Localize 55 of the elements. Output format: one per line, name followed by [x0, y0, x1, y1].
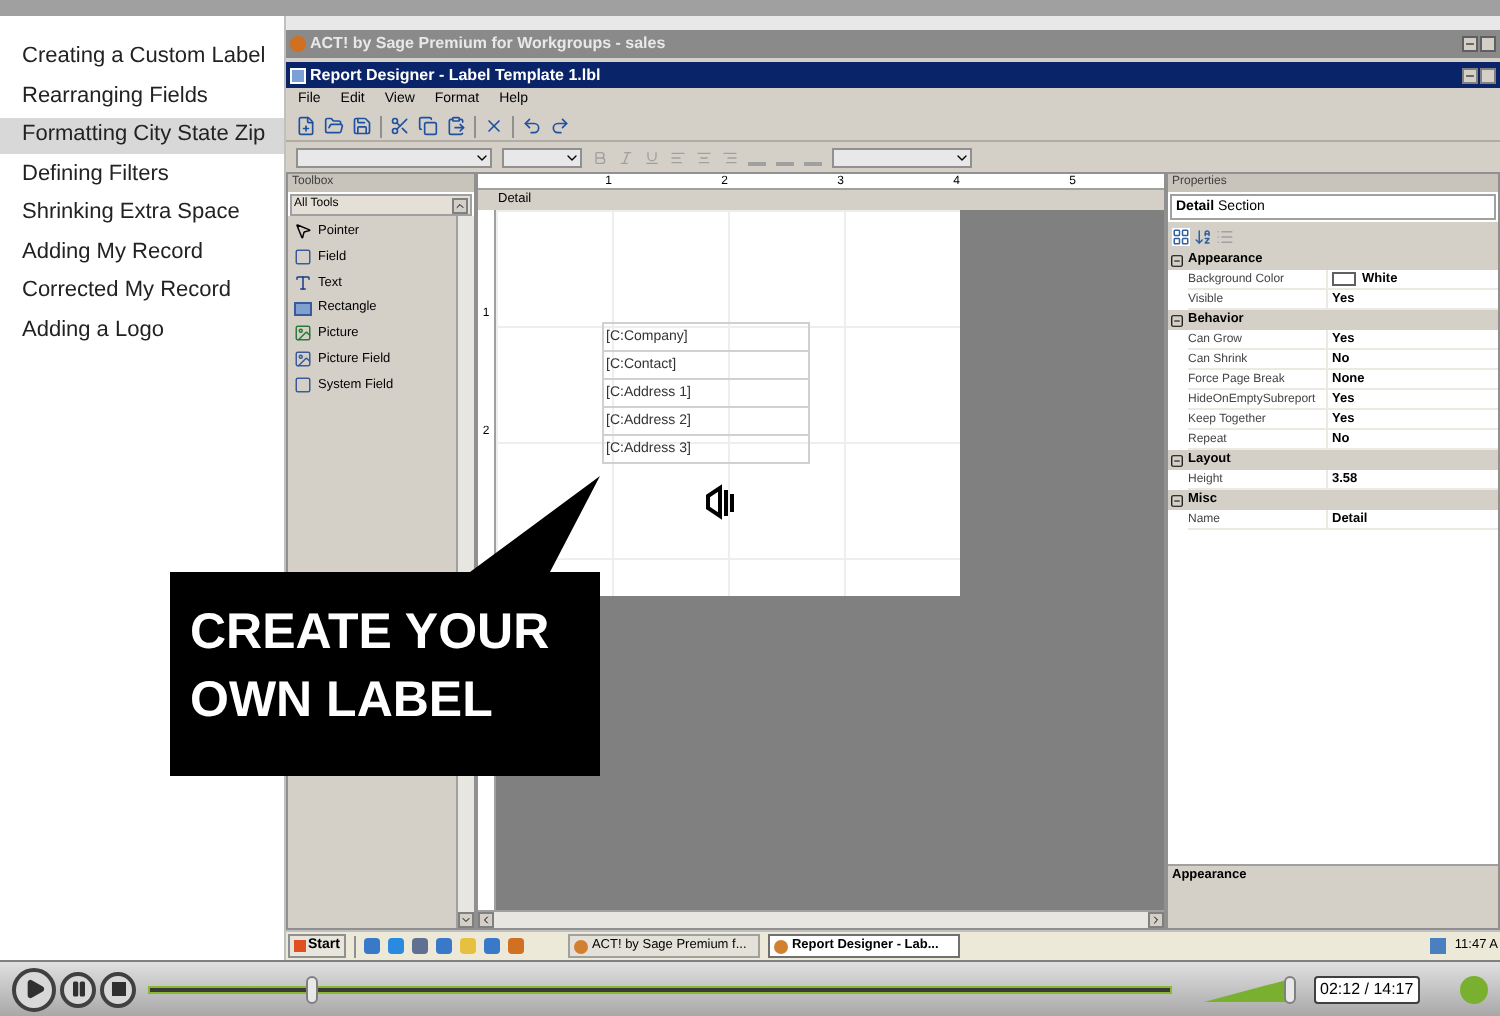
cut-icon[interactable]	[390, 116, 410, 136]
progress-track[interactable]	[148, 975, 1172, 1003]
paste-icon[interactable]	[446, 116, 466, 136]
delete-icon[interactable]	[484, 116, 504, 136]
pointer-icon	[294, 222, 312, 241]
collapse-icon[interactable]	[1170, 493, 1184, 507]
play-icon	[23, 978, 45, 1000]
stop-button[interactable]	[100, 971, 136, 1007]
undo-icon[interactable]	[522, 116, 542, 136]
app-icon	[773, 939, 788, 953]
scroll-left-icon[interactable]	[478, 912, 494, 928]
field-icon	[294, 248, 312, 267]
volume-slider[interactable]	[1204, 975, 1294, 1003]
time-display: 02:12 / 14:17	[1314, 975, 1420, 1003]
picture-icon	[294, 350, 312, 369]
app-icon	[290, 36, 306, 52]
folder-icon[interactable]	[324, 116, 344, 136]
sort-icon[interactable]	[1194, 227, 1212, 245]
app-icon	[573, 939, 588, 953]
text-icon	[294, 273, 312, 292]
style-dropdown[interactable]	[296, 147, 492, 167]
window-title: ACT! by Sage Premium for Workgroups - sales	[310, 32, 666, 56]
redo-icon[interactable]	[550, 116, 570, 136]
size-dropdown[interactable]	[832, 147, 972, 167]
new-file-icon[interactable]	[296, 116, 316, 136]
lesson-item[interactable]: Formatting City State Zip	[0, 118, 284, 153]
minimize-icon	[1464, 69, 1476, 81]
pause-icon	[69, 980, 87, 998]
minimize-button[interactable]	[1462, 67, 1478, 83]
pause-button[interactable]	[60, 971, 96, 1007]
document-title: Report Designer - Label Template 1.lbl	[310, 63, 601, 87]
collapse-icon[interactable]	[1170, 453, 1184, 467]
horizontal-scrollbar[interactable]	[478, 910, 1164, 928]
document-icon	[290, 67, 306, 83]
collapse-icon[interactable]	[1170, 313, 1184, 327]
copy-icon[interactable]	[418, 116, 438, 136]
progress-thumb[interactable]	[305, 975, 318, 1003]
font-dropdown[interactable]	[502, 147, 582, 167]
scroll-right-icon[interactable]	[1148, 912, 1164, 928]
stop-icon	[111, 982, 125, 996]
collapse-arrow-icon[interactable]	[452, 197, 468, 213]
windows-logo-icon	[294, 940, 306, 952]
minimize-icon	[1464, 38, 1476, 50]
field-icon	[294, 375, 312, 394]
minimize-button[interactable]	[1462, 36, 1478, 52]
scroll-down-icon[interactable]	[458, 912, 474, 928]
play-button[interactable]	[12, 967, 56, 1011]
rectangle-icon	[294, 301, 312, 316]
cursor-icon	[704, 484, 740, 520]
categorized-icon[interactable]	[1172, 227, 1190, 245]
tray-icon[interactable]	[1430, 938, 1447, 954]
picture-icon	[294, 324, 312, 343]
color-swatch	[1332, 272, 1356, 286]
save-icon[interactable]	[352, 116, 372, 136]
collapse-icon[interactable]	[1170, 253, 1184, 267]
